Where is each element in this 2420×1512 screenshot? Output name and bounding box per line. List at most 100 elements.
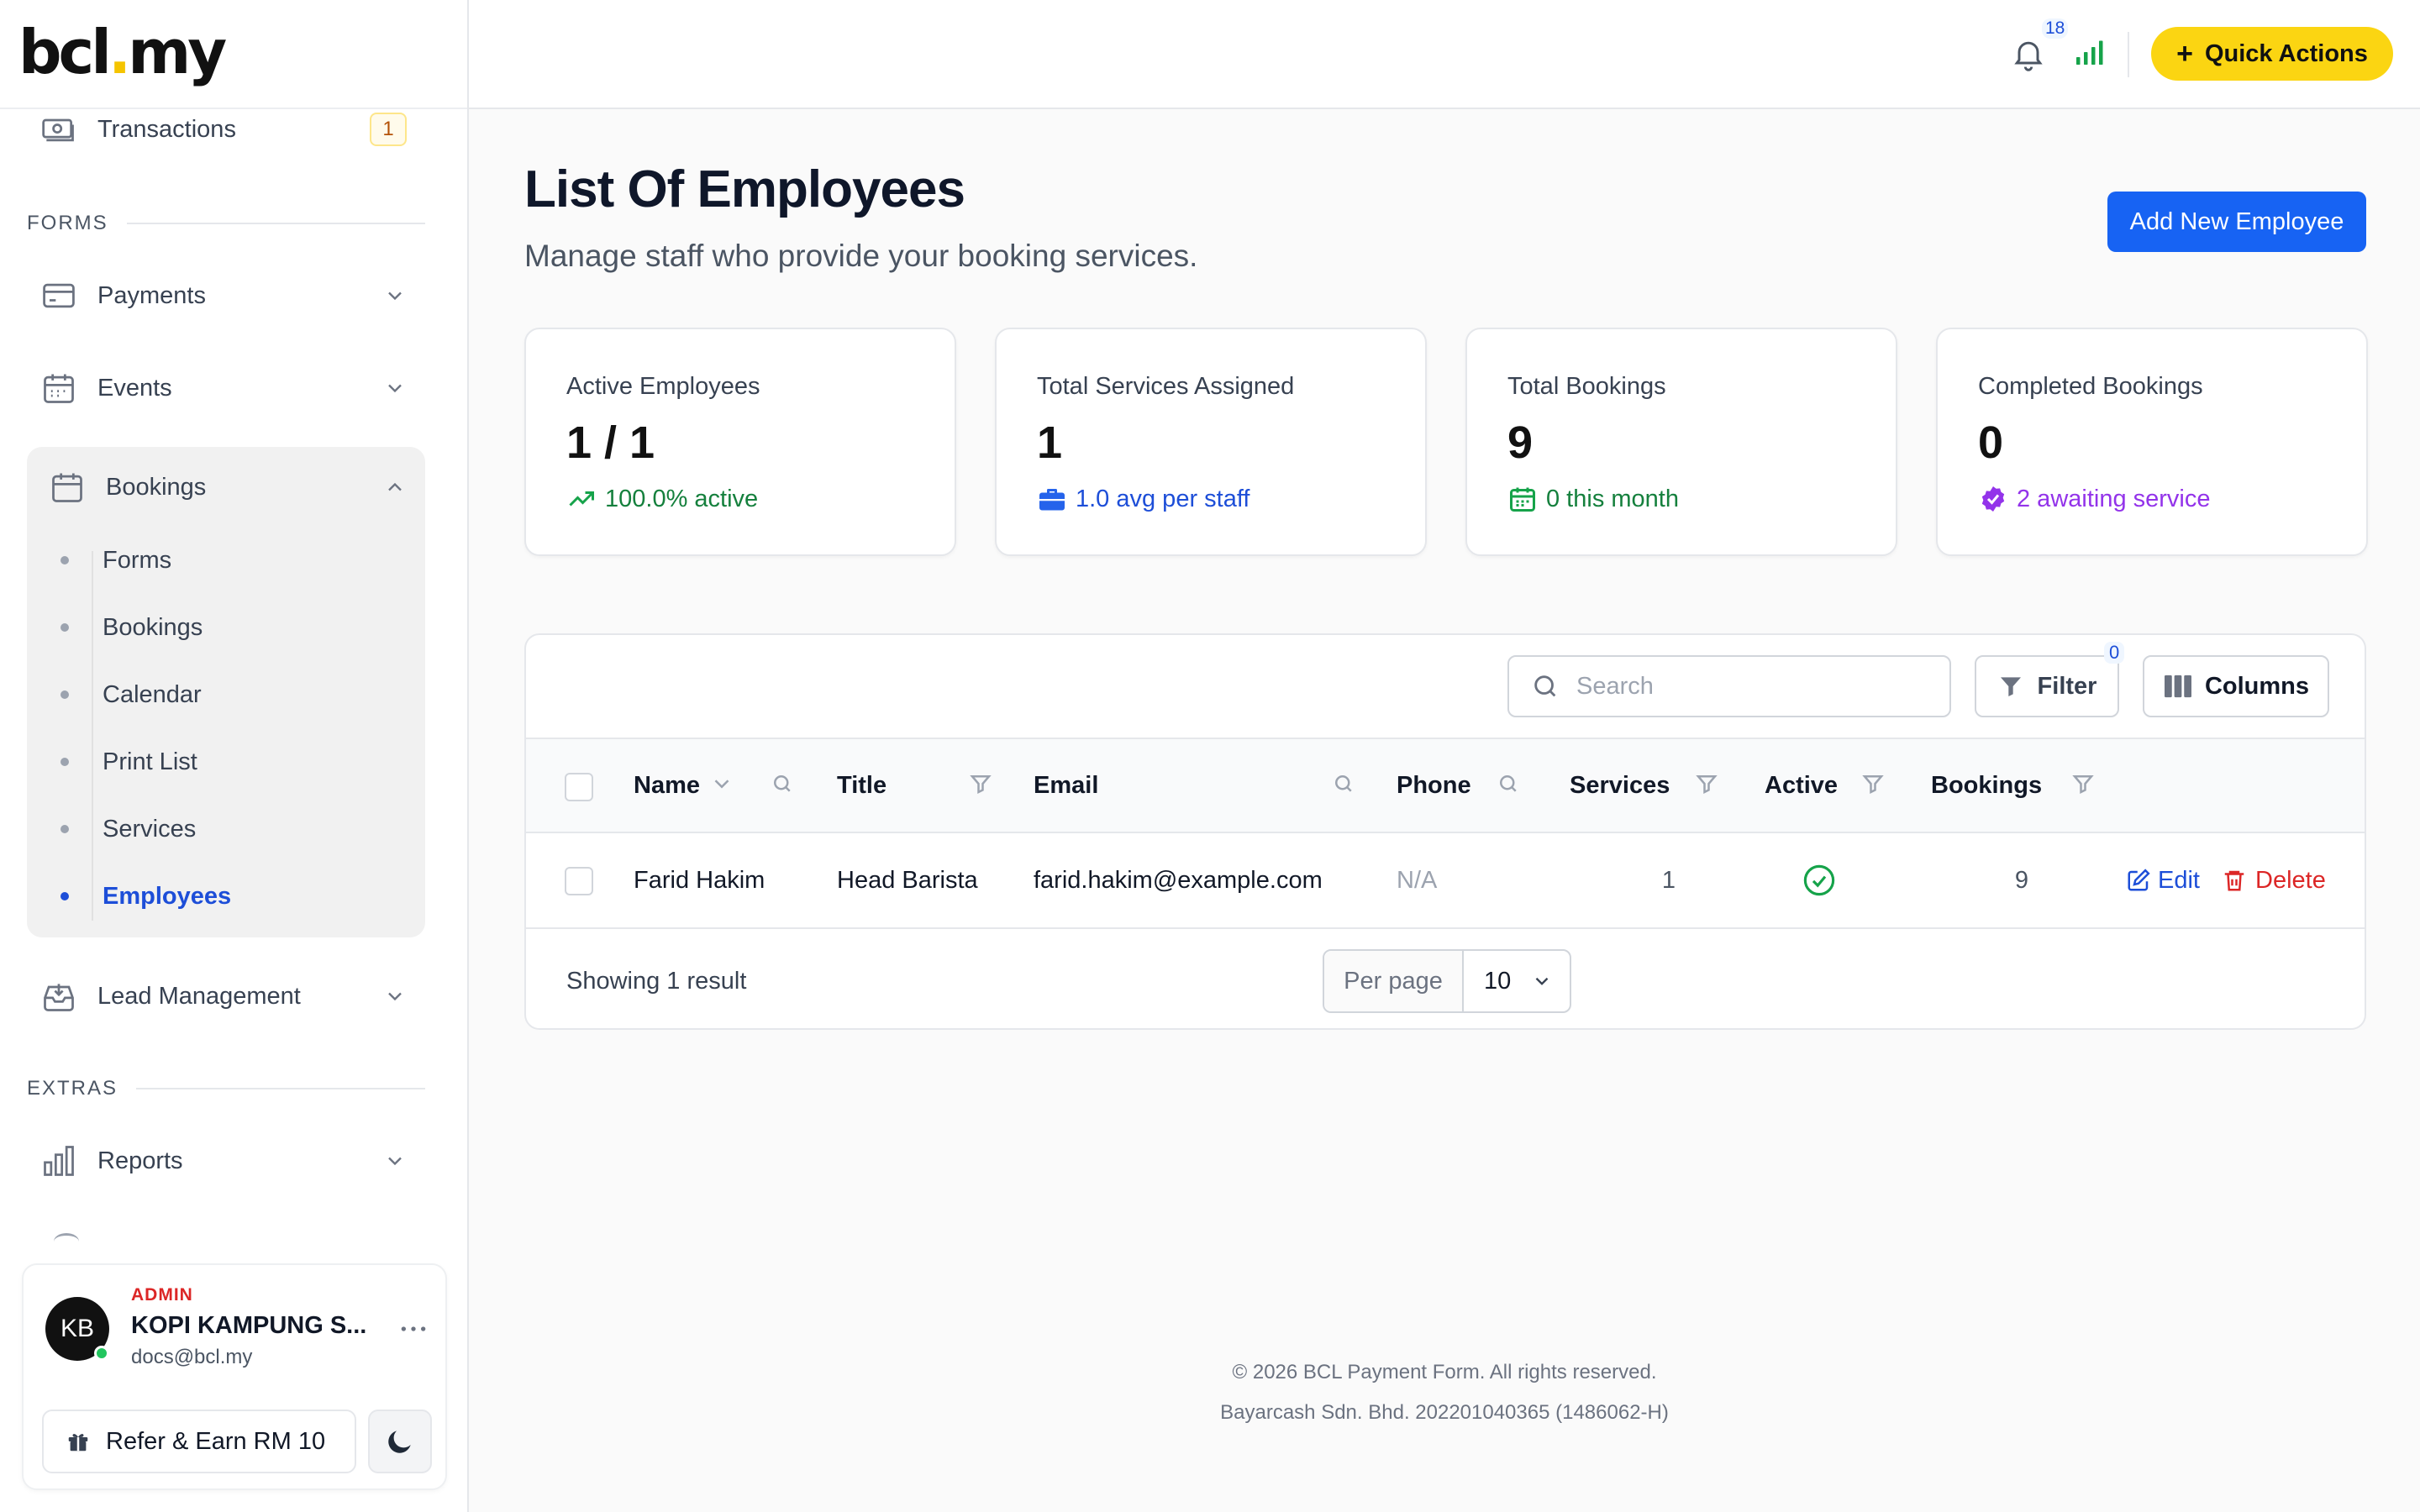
columns-icon (2163, 673, 2205, 700)
bullet-dot (60, 892, 69, 900)
filter-icon[interactable] (1860, 771, 1886, 796)
cell-bookings: 9 (2014, 866, 2029, 894)
filter-icon[interactable] (1694, 771, 1719, 796)
stat-footnote: 0 this month (1507, 484, 1679, 514)
topbar-divider (2128, 32, 2129, 77)
table-row[interactable]: Farid Hakim Head Barista farid.hakim@exa… (526, 833, 2365, 929)
stat-footnote: 2 awaiting service (1978, 484, 2211, 514)
sidebar-subitem-services[interactable]: Services (27, 800, 425, 858)
brand-logo[interactable]: bcl.my (18, 22, 227, 82)
top-bar: 18 + Quick Actions (469, 0, 2420, 109)
stat-footnote: 1.0 avg per staff (1037, 484, 1249, 514)
stat-label: Completed Bookings (1978, 373, 2203, 400)
chevron-down-icon[interactable] (709, 771, 734, 796)
stat-value: 1 (1037, 417, 1063, 468)
filter-count-badge: 0 (2104, 642, 2125, 664)
add-new-employee-button[interactable]: Add New Employee (2107, 192, 2366, 252)
stat-card-total-services: Total Services Assigned 1 1.0 avg per st… (995, 328, 1427, 556)
stat-card-active-employees: Active Employees 1 / 1 100.0% active (524, 328, 956, 556)
column-header-services[interactable]: Services (1570, 739, 1670, 832)
column-header-bookings[interactable]: Bookings (1931, 739, 2042, 832)
stat-card-completed-bookings: Completed Bookings 0 2 awaiting service (1936, 328, 2368, 556)
filter-button[interactable]: Filter (1975, 655, 2119, 717)
filter-icon[interactable] (968, 771, 993, 796)
quick-actions-button[interactable]: + Quick Actions (2151, 27, 2393, 81)
columns-button[interactable]: Columns (2143, 655, 2329, 717)
per-page-label: Per page (1324, 951, 1464, 1011)
employees-table-card: Filter 0 Columns Name Title Email Phone … (524, 633, 2366, 1030)
filter-label: Filter (2037, 672, 2097, 700)
search-icon (1509, 672, 1576, 701)
chevron-down-icon (1511, 970, 1553, 992)
sidebar-subitem-label: Forms (103, 546, 172, 574)
column-header-phone[interactable]: Phone (1397, 739, 1471, 832)
edit-label: Edit (2158, 866, 2200, 894)
stat-label: Total Services Assigned (1037, 373, 1295, 400)
row-checkbox[interactable] (565, 867, 593, 895)
partially-hidden-icon (54, 1233, 79, 1250)
column-header-active[interactable]: Active (1765, 739, 1838, 832)
stat-label: Total Bookings (1507, 373, 1666, 400)
select-all-checkbox[interactable] (565, 773, 593, 801)
online-status-dot (94, 1346, 109, 1361)
sidebar-item-payments[interactable]: Payments (34, 260, 425, 331)
chevron-down-icon (383, 1149, 407, 1173)
per-page-value[interactable]: 10 (1464, 951, 1570, 1011)
refer-earn-button[interactable]: Refer & Earn RM 10 (42, 1410, 356, 1473)
refer-label: Refer & Earn RM 10 (106, 1427, 326, 1455)
stat-value: 9 (1507, 417, 1534, 468)
sidebar-subitem-bookings[interactable]: Bookings (27, 598, 425, 657)
section-heading-forms: FORMS (27, 212, 425, 235)
bullet-dot (60, 690, 69, 699)
sidebar-subitem-print-list[interactable]: Print List (27, 732, 425, 791)
sidebar-item-lead-management[interactable]: Lead Management (34, 961, 425, 1032)
sidebar-item-label: Bookings (106, 473, 207, 501)
stat-footnote-text: 0 this month (1546, 485, 1679, 512)
inbox-icon (40, 978, 77, 1015)
bullet-dot (60, 556, 69, 564)
sidebar-subitem-label: Employees (103, 882, 232, 910)
sidebar-item-reports[interactable]: Reports (34, 1126, 425, 1196)
column-header-email[interactable]: Email (1034, 739, 1098, 832)
stat-value: 0 (1978, 417, 2004, 468)
sidebar-item-events[interactable]: Events (34, 353, 425, 423)
sidebar-item-label: Transactions (97, 115, 236, 143)
search-icon[interactable] (1496, 771, 1521, 796)
search-icon[interactable] (1331, 771, 1356, 796)
sidebar-subitem-label: Print List (103, 748, 197, 775)
search-field[interactable] (1507, 655, 1951, 717)
column-header-name[interactable]: Name (634, 739, 700, 832)
delete-label: Delete (2255, 866, 2326, 894)
sidebar-item-bookings[interactable]: Bookings (27, 447, 425, 528)
sidebar-subitem-calendar[interactable]: Calendar (27, 665, 425, 724)
sidebar-subitem-label: Calendar (103, 680, 202, 708)
per-page-number: 10 (1484, 967, 1512, 995)
credit-card-icon (40, 277, 77, 314)
filter-icon[interactable] (2070, 771, 2096, 796)
per-page-select[interactable]: Per page 10 (1323, 949, 1571, 1013)
plus-icon: + (2176, 37, 2193, 70)
more-options-icon[interactable] (397, 1312, 430, 1346)
trash-icon (2222, 868, 2255, 893)
search-icon[interactable] (770, 771, 795, 796)
page-subtitle: Manage staff who provide your booking se… (524, 239, 1198, 273)
chevron-down-icon (383, 376, 407, 400)
search-input[interactable] (1576, 672, 1929, 701)
bell-icon[interactable] (2010, 34, 2047, 74)
edit-button[interactable]: Edit (2126, 833, 2200, 927)
sidebar-subitem-employees[interactable]: Employees (27, 867, 425, 926)
delete-button[interactable]: Delete (2222, 833, 2326, 927)
verified-badge-icon (1978, 484, 2017, 514)
theme-toggle-button[interactable] (368, 1410, 432, 1473)
bookings-group: Bookings Forms Bookings Calendar Print L… (27, 447, 425, 937)
sidebar-item-label: Payments (97, 281, 206, 309)
sidebar: bcl.my Transactions 1 FORMS Payments Eve… (0, 0, 469, 1512)
bullet-dot (60, 623, 69, 632)
column-header-title[interactable]: Title (837, 739, 886, 832)
quick-actions-label: Quick Actions (2204, 39, 2368, 67)
gift-icon (66, 1429, 91, 1454)
sidebar-subitem-forms[interactable]: Forms (27, 531, 425, 590)
sidebar-item-transactions[interactable]: Transactions 1 (34, 94, 425, 165)
calendar-icon (40, 370, 77, 407)
columns-label: Columns (2204, 672, 2310, 700)
